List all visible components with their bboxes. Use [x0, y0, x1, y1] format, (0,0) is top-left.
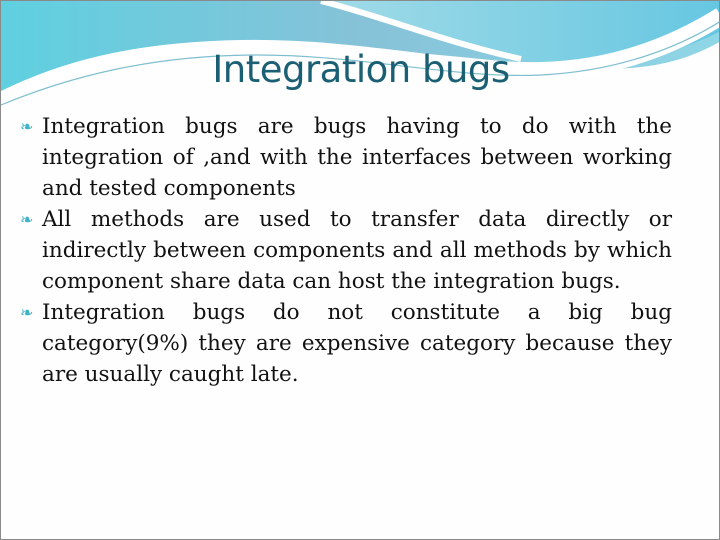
bullet-list: ❧ Integration bugs are bugs having to do…: [20, 111, 672, 390]
bullet-item: ❧ Integration bugs are bugs having to do…: [20, 111, 672, 204]
bullet-text: All methods are used to transfer data di…: [42, 207, 672, 294]
slide: Integration bugs ❧ Integration bugs are …: [0, 0, 720, 540]
swirl-bullet-icon: ❧: [20, 303, 34, 322]
bullet-text: Integration bugs are bugs having to do w…: [42, 114, 672, 201]
swirl-bullet-icon: ❧: [20, 210, 34, 229]
slide-title: Integration bugs: [212, 48, 510, 91]
bullet-item: ❧ Integration bugs do not constitute a b…: [20, 297, 672, 390]
bullet-text: Integration bugs do not constitute a big…: [42, 300, 672, 387]
swirl-bullet-icon: ❧: [20, 117, 34, 136]
bullet-item: ❧ All methods are used to transfer data …: [20, 204, 672, 297]
